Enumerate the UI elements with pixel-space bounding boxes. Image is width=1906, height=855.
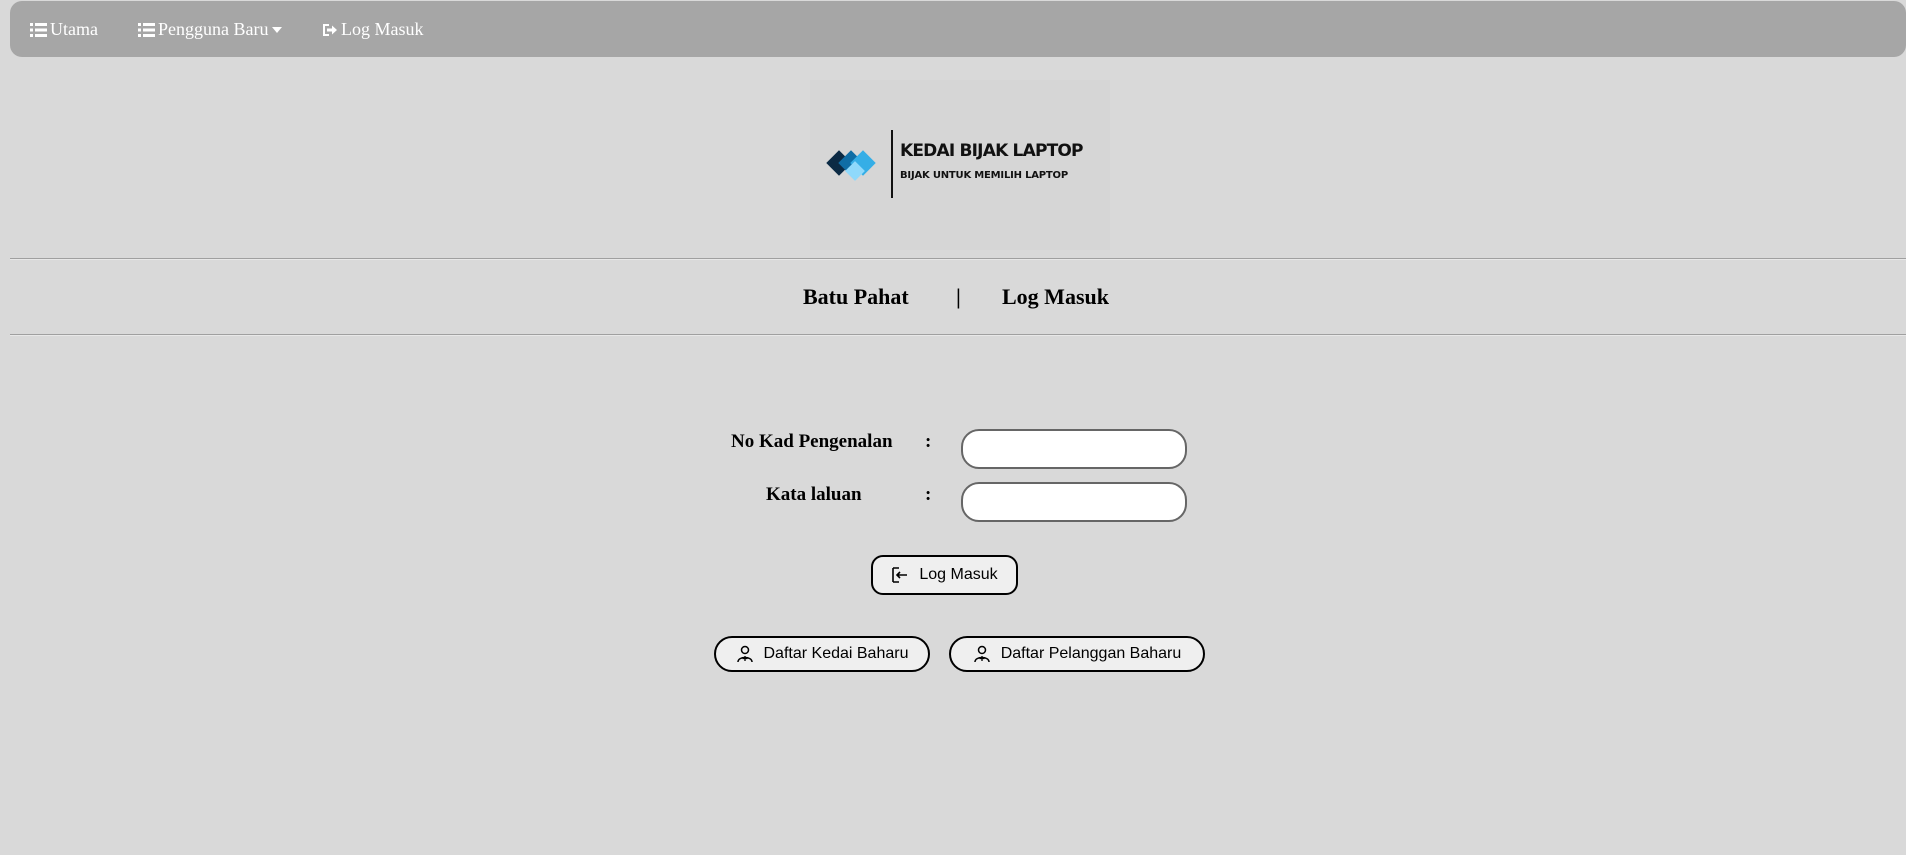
- register-customer-button[interactable]: Daftar Pelanggan Baharu: [949, 636, 1205, 672]
- logo-title: KEDAI BIJAK LAPTOP: [900, 141, 1084, 161]
- ic-colon: :: [925, 431, 932, 452]
- password-input[interactable]: [961, 482, 1187, 522]
- nav-item-utama[interactable]: Utama: [30, 19, 98, 40]
- ic-label: No Kad Pengenalan: [731, 431, 893, 452]
- list-icon: [30, 22, 47, 38]
- diamond-logo-icon: [826, 150, 876, 181]
- password-colon: :: [925, 484, 932, 505]
- caret-down-icon: [272, 26, 283, 33]
- password-label: Kata laluan: [766, 484, 862, 505]
- register-customer-label: Daftar Pelanggan Baharu: [1000, 645, 1182, 662]
- divider-top: [10, 258, 1906, 260]
- page-heading: Batu Pahat | Log Masuk: [0, 284, 1906, 314]
- register-shop-button[interactable]: Daftar Kedai Baharu: [714, 636, 930, 672]
- list-icon: [138, 22, 155, 38]
- nav-label-pengguna-baru: Pengguna Baru: [158, 19, 269, 39]
- user-add-icon: [736, 645, 754, 663]
- brand-logo: KEDAI BIJAK LAPTOP BIJAK UNTUK MEMILIH L…: [810, 80, 1110, 250]
- top-navbar: Utama Pengguna Baru Log Masuk: [10, 1, 1906, 57]
- login-button[interactable]: Log Masuk: [871, 555, 1018, 595]
- page-title: Log Masuk: [1002, 284, 1109, 309]
- nav-item-log-masuk[interactable]: Log Masuk: [321, 19, 424, 40]
- divider-bottom: [10, 334, 1906, 336]
- login-button-label: Log Masuk: [919, 566, 998, 583]
- nav-label-utama: Utama: [50, 19, 98, 39]
- logo-divider: [891, 130, 893, 198]
- ic-number-input[interactable]: [961, 429, 1187, 469]
- heading-separator: |: [956, 284, 961, 309]
- sign-in-icon: [891, 566, 909, 584]
- register-shop-label: Daftar Kedai Baharu: [763, 645, 909, 662]
- user-add-icon: [973, 645, 991, 663]
- nav-label-log-masuk: Log Masuk: [341, 19, 424, 39]
- logo-subtitle: BIJAK UNTUK MEMILIH LAPTOP: [900, 170, 1068, 181]
- sign-in-icon: [321, 22, 338, 38]
- nav-item-pengguna-baru[interactable]: Pengguna Baru: [138, 19, 283, 40]
- location-title: Batu Pahat: [803, 284, 909, 309]
